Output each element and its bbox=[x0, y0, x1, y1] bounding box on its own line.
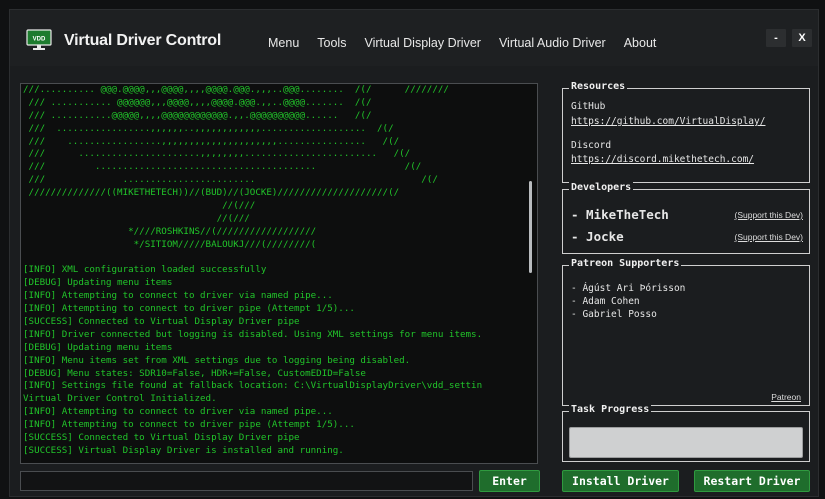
console-line: //(/// bbox=[23, 212, 250, 224]
minimize-button[interactable]: - bbox=[766, 29, 786, 47]
close-button[interactable]: X bbox=[792, 29, 812, 47]
developer-row: - Jocke (Support this Dev) bbox=[571, 229, 803, 245]
console-line: [INFO] Menu items set from XML settings … bbox=[23, 354, 411, 366]
developers-panel: Developers - MikeTheTech (Support this D… bbox=[562, 182, 810, 254]
resources-panel: Resources GitHub https://github.com/Virt… bbox=[562, 81, 810, 183]
console-line: ///.......... @@@.@@@@,,,@@@@,,,,@@@@.@@… bbox=[23, 84, 449, 95]
patreon-title: Patreon Supporters bbox=[569, 258, 682, 269]
console-line: /// ........................ /(/ bbox=[23, 174, 438, 186]
task-progress-title: Task Progress bbox=[569, 404, 652, 415]
console-line: //////////////((MIKETHETECH))//(BUD)//(J… bbox=[23, 187, 400, 199]
console-line: [INFO] Attempting to connect to driver p… bbox=[23, 419, 355, 431]
support-dev-link[interactable]: (Support this Dev) bbox=[735, 232, 804, 242]
console-line: Virtual Driver Control Initialized. bbox=[23, 393, 217, 405]
console-line: /// .................,,,,,,..,,,,,,,,,,,… bbox=[23, 122, 394, 134]
console-line: /// ......................,,,,,,,,......… bbox=[23, 148, 411, 160]
console-line: /// ....................................… bbox=[23, 161, 422, 173]
console-line: [INFO] Driver connected but logging is d… bbox=[23, 328, 483, 340]
menu-bar: Menu Tools Virtual Display Driver Virtua… bbox=[268, 36, 674, 50]
menu-item-virtual-display-driver[interactable]: Virtual Display Driver bbox=[364, 36, 480, 50]
discord-label: Discord bbox=[571, 140, 612, 151]
menu-item-tools[interactable]: Tools bbox=[317, 36, 346, 50]
developer-name: - Jocke bbox=[571, 229, 624, 244]
developers-title: Developers bbox=[569, 182, 634, 193]
console-line: /// .................,,,,,,,,,,,,,,,,,,,… bbox=[23, 135, 400, 147]
console-line: */SITIOM/////BALOUKJ///(////////( bbox=[23, 238, 317, 250]
developer-name: - MikeTheTech bbox=[571, 207, 669, 222]
resources-title: Resources bbox=[569, 81, 628, 92]
command-input[interactable] bbox=[20, 471, 473, 491]
console-line: [DEBUG] Updating menu items bbox=[23, 341, 173, 353]
supporter-item: - Ágúst Ari Þórisson bbox=[571, 283, 686, 294]
github-link[interactable]: https://github.com/VirtualDisplay/ bbox=[571, 116, 765, 127]
console-output[interactable]: ///.......... @@@.@@@@,,,@@@@,,,,@@@@.@@… bbox=[20, 83, 538, 464]
supporter-list: - Ágúst Ari Þórisson - Adam Cohen - Gabr… bbox=[571, 282, 685, 321]
menu-item-menu[interactable]: Menu bbox=[268, 36, 299, 50]
supporter-item: - Adam Cohen bbox=[571, 296, 640, 307]
monitor-vdd-icon: VDD bbox=[26, 29, 52, 50]
menu-item-about[interactable]: About bbox=[624, 36, 657, 50]
console-line: [INFO] Attempting to connect to driver p… bbox=[23, 303, 355, 315]
console-line: [INFO] XML configuration loaded successf… bbox=[23, 264, 267, 276]
console-line: [SUCCESS] Connected to Virtual Display D… bbox=[23, 316, 300, 328]
console-line: [DEBUG] Menu states: SDR10=False, HDR+=F… bbox=[23, 367, 366, 379]
console-scrollbar[interactable] bbox=[526, 86, 536, 462]
console-line: /// ........... @@@@@@,,,@@@@,,,,@@@@.@@… bbox=[23, 96, 372, 108]
restart-driver-button[interactable]: Restart Driver bbox=[694, 470, 810, 492]
console-line: [INFO] Attempting to connect to driver v… bbox=[23, 290, 333, 302]
task-progress-bar bbox=[569, 427, 803, 458]
console-line: //(/// bbox=[23, 200, 256, 212]
console-line: [DEBUG] Updating menu items bbox=[23, 277, 173, 289]
discord-link[interactable]: https://discord.mikethetech.com/ bbox=[571, 154, 754, 165]
console-text: ///.......... @@@.@@@@,,,@@@@,,,,@@@@.@@… bbox=[23, 84, 523, 458]
console-line: [SUCCESS] Virtual Display Driver is inst… bbox=[23, 444, 344, 456]
console-line: /// ...........@@@@@,,,,@@@@@@@@@@@@.,,.… bbox=[23, 109, 372, 121]
enter-button[interactable]: Enter bbox=[479, 470, 540, 492]
console-line: [INFO] Attempting to connect to driver v… bbox=[23, 406, 333, 418]
app-title: Virtual Driver Control bbox=[64, 32, 222, 49]
console-line: [SUCCESS] Connected to Virtual Display D… bbox=[23, 432, 300, 444]
install-driver-button[interactable]: Install Driver bbox=[562, 470, 679, 492]
console-line: [INFO] Settings file found at fallback l… bbox=[23, 380, 483, 392]
app-window: VDD Virtual Driver Control Menu Tools Vi… bbox=[9, 9, 819, 497]
title-bar: VDD Virtual Driver Control Menu Tools Vi… bbox=[10, 10, 818, 66]
patreon-panel: Patreon Supporters - Ágúst Ari Þórisson … bbox=[562, 258, 810, 406]
support-dev-link[interactable]: (Support this Dev) bbox=[735, 210, 804, 220]
menu-item-virtual-audio-driver[interactable]: Virtual Audio Driver bbox=[499, 36, 606, 50]
supporter-item: - Gabriel Posso bbox=[571, 309, 657, 320]
task-progress-panel: Task Progress bbox=[562, 404, 810, 462]
scrollbar-thumb[interactable] bbox=[529, 181, 532, 273]
developer-row: - MikeTheTech (Support this Dev) bbox=[571, 207, 803, 223]
console-line: *////ROSHKINS//(////////////////// bbox=[23, 225, 317, 237]
github-label: GitHub bbox=[571, 101, 606, 112]
patreon-link[interactable]: Patreon bbox=[771, 392, 801, 402]
icon-text: VDD bbox=[33, 37, 46, 43]
